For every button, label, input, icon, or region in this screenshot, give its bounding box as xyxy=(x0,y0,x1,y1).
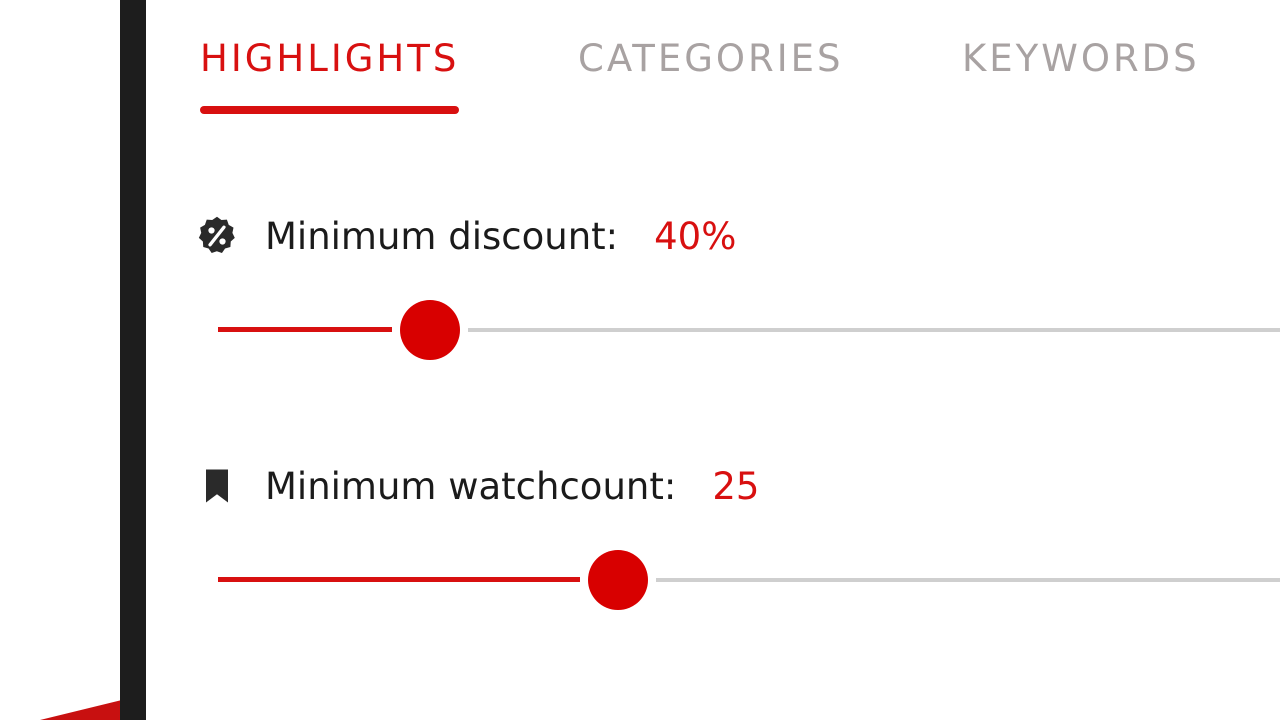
discount-filter-label: Minimum discount: xyxy=(265,214,619,258)
watchcount-filter-label: Minimum watchcount: xyxy=(265,464,677,508)
discount-slider[interactable] xyxy=(218,300,1280,360)
discount-filter-value: 40% xyxy=(654,214,737,258)
discount-slider-thumb[interactable] xyxy=(400,300,460,360)
discount-filter-header: Minimum discount: 40% xyxy=(195,211,736,261)
background-swoosh xyxy=(40,698,130,720)
active-tab-indicator xyxy=(200,106,460,114)
bookmark-icon xyxy=(195,464,239,508)
watchcount-slider-thumb[interactable] xyxy=(588,550,648,610)
tab-keywords[interactable]: KEYWORDS xyxy=(962,36,1200,116)
tab-keywords-label: KEYWORDS xyxy=(962,37,1200,80)
discount-slider-fill xyxy=(218,327,394,332)
watchcount-slider-fill xyxy=(218,577,582,582)
discount-badge-icon xyxy=(195,214,239,258)
app-viewport: HIGHLIGHTS CATEGORIES KEYWORDS Minimum d… xyxy=(0,0,1280,720)
watchcount-filter-header: Minimum watchcount: 25 xyxy=(195,461,759,511)
tab-categories-label: CATEGORIES xyxy=(578,37,844,80)
tab-highlights[interactable]: HIGHLIGHTS xyxy=(200,36,460,116)
tab-highlights-label: HIGHLIGHTS xyxy=(200,37,460,80)
watchcount-filter-value: 25 xyxy=(712,464,760,508)
panel-frame-edge xyxy=(120,0,146,720)
watchcount-slider[interactable] xyxy=(218,550,1280,610)
tab-categories[interactable]: CATEGORIES xyxy=(578,36,844,116)
tab-bar: HIGHLIGHTS CATEGORIES KEYWORDS xyxy=(200,36,1280,120)
